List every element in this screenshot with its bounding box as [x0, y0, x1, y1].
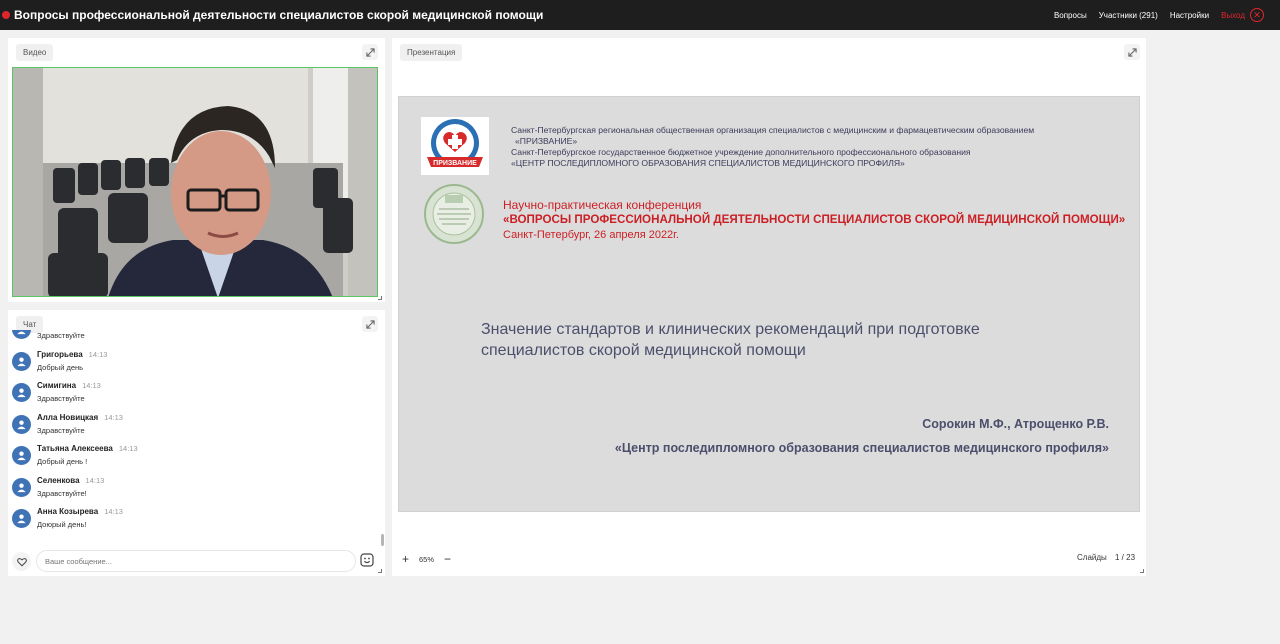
user-icon [17, 388, 26, 398]
expand-icon [365, 319, 375, 329]
chat-message-text: Здравствуйте [37, 331, 85, 340]
smile-icon [360, 553, 374, 567]
org1-line2: «ПРИЗВАНИЕ» [515, 136, 578, 146]
user-icon [17, 482, 26, 492]
zoom-out-button[interactable]: − [444, 553, 451, 565]
talk-title-line1: Значение стандартов и клинических рекоме… [481, 321, 980, 338]
org2-line1: Санкт-Петербургское государственное бюдж… [511, 147, 971, 157]
chat-message-text: Доюрый день! [37, 520, 87, 529]
presentation-tab[interactable]: Презентация [400, 44, 463, 61]
chat-message: Здравствуйте [8, 330, 378, 350]
user-icon [17, 514, 26, 524]
video-tab[interactable]: Видео [16, 44, 54, 61]
settings-link[interactable]: Настройки [1170, 11, 1209, 20]
event-title: Вопросы профессиональной деятельности сп… [14, 8, 544, 22]
chat-message: Симигина 14:13 Здравствуйте [8, 381, 378, 413]
video-resize-handle[interactable] [378, 296, 382, 300]
avatar [12, 509, 31, 528]
heart-icon [16, 557, 27, 566]
talk-organization: «Центр последипломного образования специ… [614, 441, 1109, 455]
expand-icon [1127, 47, 1137, 57]
chat-resize-handle[interactable] [378, 569, 382, 573]
chat-scrollbar[interactable] [381, 534, 384, 546]
conference-name: «ВОПРОСЫ ПРОФЕССИОНАЛЬНОЙ ДЕЯТЕЛЬНОСТИ С… [503, 213, 1126, 226]
user-icon [17, 419, 26, 429]
conference-place-date: Санкт-Петербург, 26 апреля 2022г. [503, 229, 679, 241]
chat-message-author: Селенкова 14:13 [37, 475, 105, 485]
top-nav: Вопросы Участники (291) Настройки Выход … [1054, 0, 1264, 30]
center-emblem-logo [423, 183, 485, 245]
user-icon [17, 356, 26, 366]
presentation-expand-button[interactable] [1124, 44, 1140, 60]
emoji-button[interactable] [360, 553, 374, 567]
talk-title-line2: специалистов скорой медицинской помощи [481, 342, 806, 359]
presentation-slide[interactable]: ПРИЗВАНИЕ Санкт-Петербургская региональн… [398, 96, 1140, 512]
questions-link[interactable]: Вопросы [1054, 11, 1087, 20]
org1-line1: Санкт-Петербургская региональная обществ… [511, 125, 1035, 135]
prizvanie-logo: ПРИЗВАНИЕ [421, 117, 489, 175]
video-expand-button[interactable] [362, 44, 378, 60]
chat-message: Селенкова 14:13 Здравствуйте! [8, 476, 378, 508]
chat-message-time: 14:13 [104, 412, 123, 422]
chat-message-time: 14:13 [118, 444, 138, 453]
zoom-in-button[interactable]: + [402, 553, 409, 565]
avatar [12, 330, 31, 339]
live-indicator-icon [2, 11, 10, 19]
chat-message-time: 14:13 [104, 507, 123, 516]
avatar [12, 414, 31, 434]
avatar [12, 477, 31, 497]
chat-message-text: Здравствуйте [37, 425, 85, 435]
conference-type: Научно-практическая конференция [503, 198, 702, 212]
chat-message-text: Здравствуйте! [37, 488, 87, 498]
org2-line2: «ЦЕНТР ПОСЛЕДИПЛОМНОГО ОБРАЗОВАНИЯ СПЕЦИ… [511, 158, 905, 168]
chat-message-time: 14:13 [85, 475, 105, 485]
chat-message-author: Симигина 14:13 [37, 381, 101, 390]
chat-message: Григорьева 14:13 Добрый день [8, 350, 378, 382]
chat-message-input[interactable] [36, 550, 356, 572]
expand-icon [365, 47, 375, 57]
presentation-footer: + 65% − Слайды 1 / 23 [398, 550, 1142, 570]
chat-message: Алла Новицкая 14:13 Здравствуйте [8, 413, 378, 445]
chat-message-author: Григорьева 14:13 [37, 349, 108, 359]
chat-message-text: Добрый день [37, 362, 84, 372]
video-stream[interactable] [12, 67, 378, 297]
chat-message-time: 14:13 [82, 381, 101, 390]
avatar [12, 446, 31, 465]
talk-authors: Сорокин М.Ф., Атрощенко Р.В. [922, 417, 1109, 431]
speaker-video-image [13, 68, 377, 296]
exit-button[interactable]: Выход ✕ [1221, 8, 1264, 22]
chat-message-author: Анна Козырева 14:13 [37, 507, 123, 516]
user-icon [17, 451, 26, 461]
slide-counter: 1 / 23 [1115, 553, 1136, 562]
like-button[interactable] [12, 552, 31, 571]
zoom-level: 65% [419, 555, 435, 564]
avatar [12, 351, 31, 371]
chat-message-text: Добрый день ! [37, 457, 88, 466]
chat-message-time: 14:13 [88, 349, 108, 359]
chat-input-row [8, 548, 380, 574]
presentation-resize-handle[interactable] [1140, 569, 1144, 573]
participants-link[interactable]: Участники (291) [1099, 11, 1158, 20]
user-icon [17, 331, 26, 335]
chat-message-text: Здравствуйте [37, 394, 85, 403]
chat-message: Анна Козырева 14:13 Доюрый день! [8, 507, 378, 539]
slides-label: Слайды [1077, 553, 1107, 562]
chat-message-author: Татьяна Алексеева 14:13 [37, 444, 138, 453]
exit-label: Выход [1221, 10, 1245, 20]
chat-message: Татьяна Алексеева 14:13 Добрый день ! [8, 444, 378, 476]
chat-message-author: Алла Новицкая 14:13 [37, 412, 123, 422]
avatar [12, 383, 31, 402]
logo-text: ПРИЗВАНИЕ [433, 160, 477, 167]
top-bar: Вопросы профессиональной деятельности сп… [0, 0, 1280, 30]
close-circle-icon: ✕ [1250, 8, 1264, 22]
chat-messages-viewport[interactable]: Здравствуйте Григорьева 14:13 Добрый день… [8, 330, 378, 540]
